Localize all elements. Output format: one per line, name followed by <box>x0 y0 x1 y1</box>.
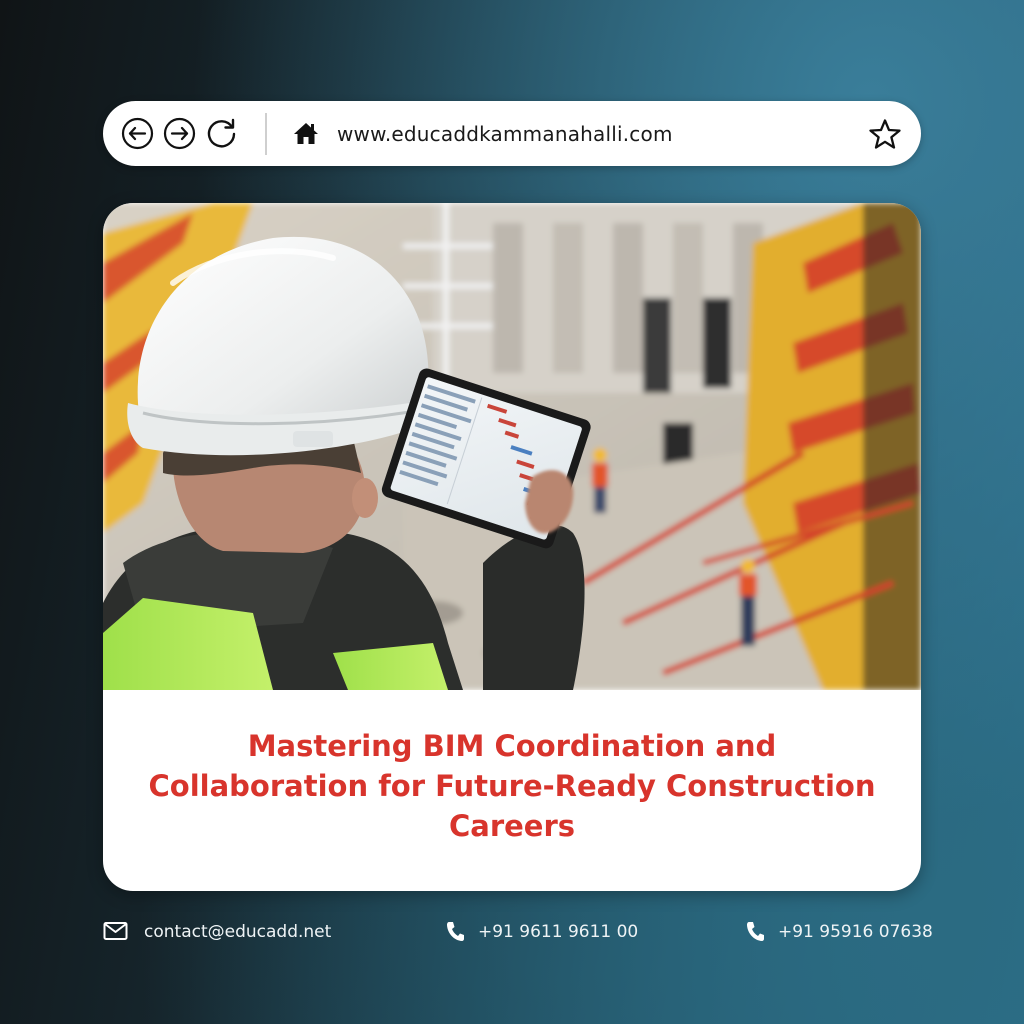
home-icon <box>294 123 318 144</box>
toolbar-divider <box>265 113 267 155</box>
construction-site-photo <box>103 203 921 690</box>
email-text: contact@educadd.net <box>144 922 332 942</box>
mail-icon <box>103 922 128 940</box>
reload-icon <box>207 118 236 148</box>
title-line-2: Collaboration for Future-Ready Construct… <box>148 769 876 803</box>
forward-arrow-icon <box>163 117 196 150</box>
title-line-1: Mastering BIM Coordination and <box>247 729 777 763</box>
article-title[interactable]: Mastering BIM Coordination and Collabora… <box>103 726 921 846</box>
bookmark-button[interactable] <box>869 118 901 150</box>
phone-2-text: +91 95916 07638 <box>778 922 933 942</box>
contact-footer: contact@educadd.net +91 9611 9611 00 +91… <box>0 912 1024 952</box>
url-field[interactable]: www.educaddkammanahalli.com <box>337 120 673 148</box>
article-card[interactable]: Mastering BIM Coordination and Collabora… <box>103 203 921 891</box>
phone-icon <box>447 922 464 941</box>
back-button[interactable] <box>121 117 154 150</box>
phone-icon <box>747 922 764 941</box>
home-button[interactable] <box>293 121 319 146</box>
forward-button[interactable] <box>163 117 196 150</box>
title-line-3: Careers <box>448 809 576 843</box>
back-arrow-icon <box>121 117 154 150</box>
phone-1-text: +91 9611 9611 00 <box>478 922 639 942</box>
browser-address-bar: www.educaddkammanahalli.com <box>103 101 921 166</box>
reload-button[interactable] <box>205 117 238 150</box>
star-icon <box>869 119 901 149</box>
